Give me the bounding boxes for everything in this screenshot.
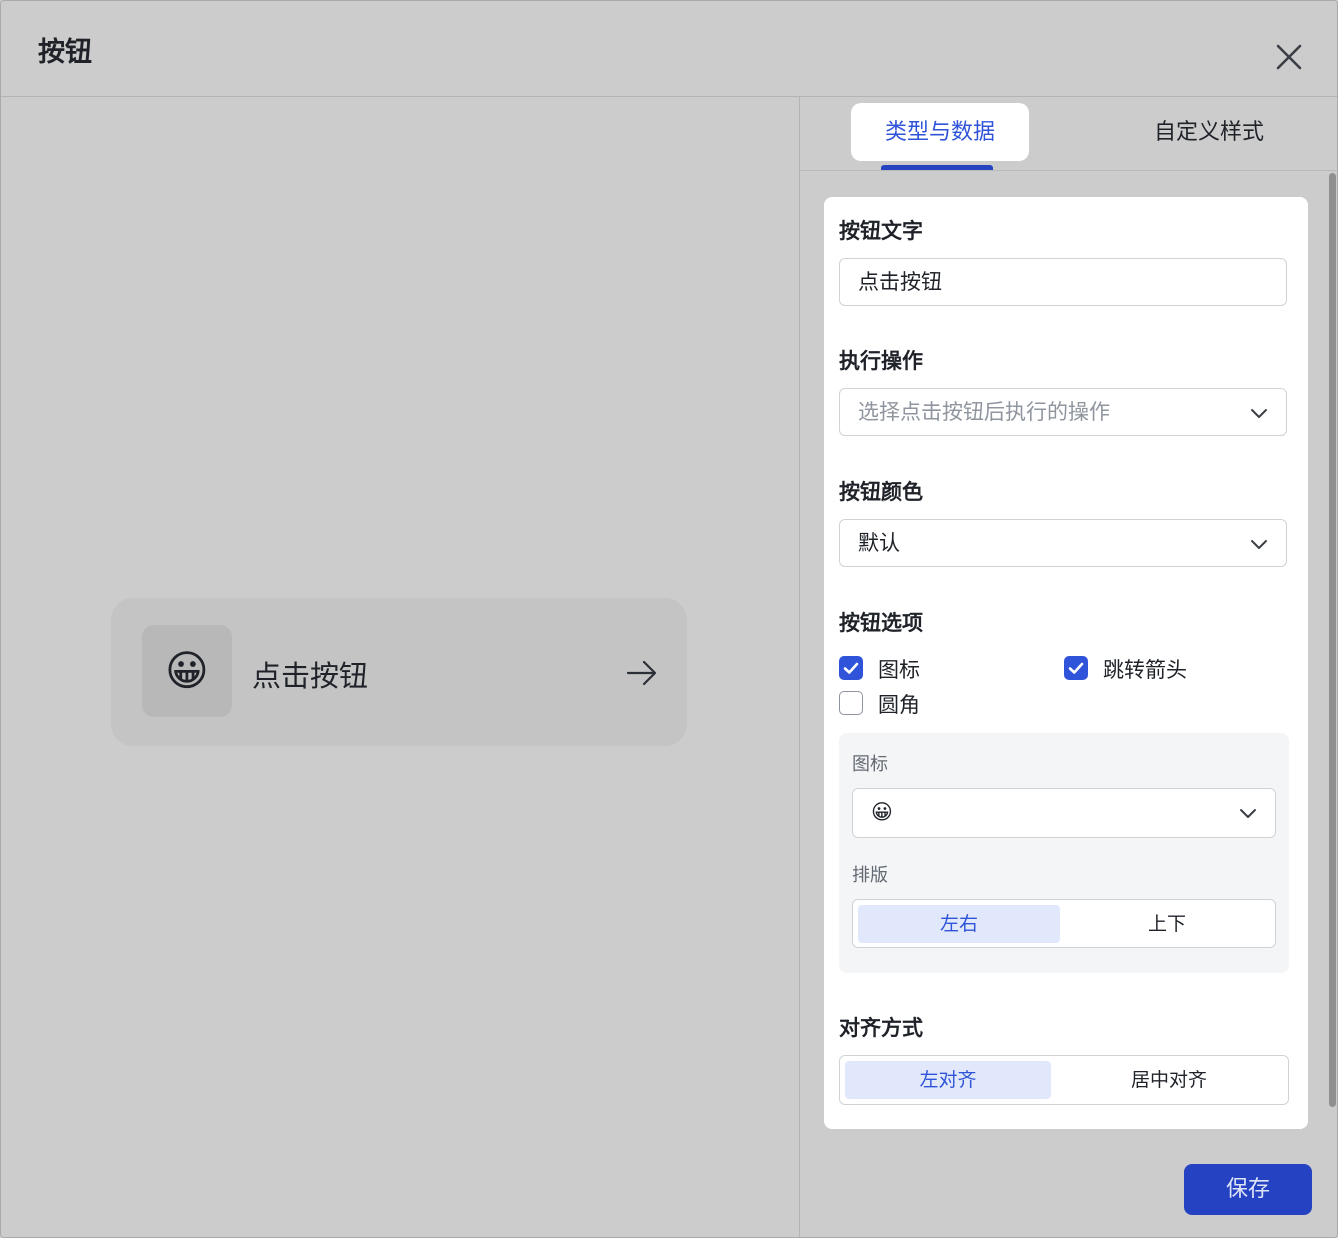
action-select-placeholder: 选择点击按钮后执行的操作	[858, 400, 1110, 424]
button-text-input[interactable]: 点击按钮	[839, 258, 1287, 306]
button-settings-dialog: 按钮 😀 点击按钮 类型与数据 自定义样式 按钮文字 点击按钮 执行操作 选择点…	[0, 0, 1338, 1238]
layout-segmented-control: 左右 上下	[852, 899, 1276, 948]
button-options-label: 按钮选项	[839, 611, 923, 635]
tab-type-and-data[interactable]: 类型与数据	[851, 103, 1029, 161]
icon-settings-panel: 图标 😀 排版 左右 上下	[839, 733, 1289, 973]
chevron-down-icon	[1240, 809, 1256, 818]
button-text-label: 按钮文字	[839, 219, 923, 243]
preview-button[interactable]: 😀 点击按钮	[111, 598, 687, 746]
scrollbar[interactable]	[1329, 173, 1336, 1107]
icon-option-label: 图标	[878, 658, 920, 682]
checkmark-icon	[843, 662, 859, 674]
grinning-face-icon: 😀	[165, 646, 209, 695]
icon-select-label: 图标	[852, 754, 888, 775]
alignment-segmented-control: 左对齐 居中对齐	[839, 1055, 1289, 1105]
arrow-right-icon	[626, 660, 657, 686]
action-label: 执行操作	[839, 349, 923, 373]
checkbox-arrow-option[interactable]	[1064, 656, 1088, 680]
chevron-down-icon	[1251, 540, 1267, 549]
close-icon	[1276, 44, 1302, 70]
form-card: 按钮文字 点击按钮 执行操作 选择点击按钮后执行的操作 按钮颜色 默认 按钮选项	[824, 197, 1308, 1129]
checkmark-icon	[1068, 662, 1084, 674]
button-color-label: 按钮颜色	[839, 480, 923, 504]
button-color-value: 默认	[858, 531, 900, 555]
tab-bar: 类型与数据 自定义样式	[800, 97, 1337, 171]
checkbox-rounded-option[interactable]	[839, 691, 863, 715]
rounded-option-label: 圆角	[878, 693, 920, 717]
settings-panel: 类型与数据 自定义样式 按钮文字 点击按钮 执行操作 选择点击按钮后执行的操作 …	[800, 97, 1337, 1237]
dialog-header: 按钮	[1, 1, 1337, 97]
layout-label: 排版	[852, 865, 888, 886]
chevron-down-icon	[1251, 409, 1267, 418]
preview-icon-box: 😀	[142, 625, 232, 717]
alignment-label: 对齐方式	[839, 1016, 923, 1040]
grinning-face-icon: 😀	[871, 800, 893, 824]
dialog-title: 按钮	[38, 37, 92, 68]
icon-select[interactable]: 😀	[852, 788, 1276, 838]
checkbox-icon-option[interactable]	[839, 656, 863, 680]
preview-area: 😀 点击按钮	[1, 97, 800, 1237]
close-button[interactable]	[1273, 41, 1305, 73]
arrow-option-label: 跳转箭头	[1103, 658, 1187, 682]
align-left-option[interactable]: 左对齐	[845, 1061, 1051, 1099]
active-tab-indicator	[881, 165, 993, 170]
layout-option-vertical[interactable]: 上下	[1065, 905, 1269, 943]
action-select[interactable]: 选择点击按钮后执行的操作	[839, 388, 1287, 436]
button-color-select[interactable]: 默认	[839, 519, 1287, 567]
save-button[interactable]: 保存	[1184, 1164, 1312, 1215]
layout-option-horizontal[interactable]: 左右	[858, 905, 1060, 943]
align-center-option[interactable]: 居中对齐	[1056, 1061, 1282, 1099]
tab-custom-style[interactable]: 自定义样式	[1130, 103, 1288, 161]
preview-button-label: 点击按钮	[252, 659, 369, 693]
